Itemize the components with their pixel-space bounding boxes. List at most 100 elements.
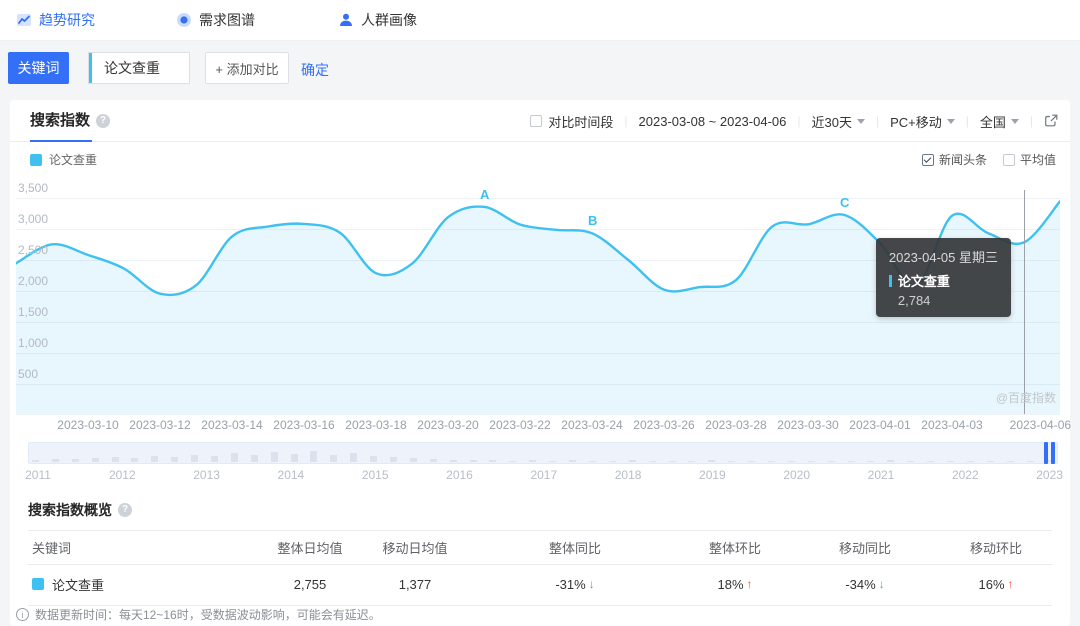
y-axis-label: 500	[18, 367, 39, 381]
x-axis-label: 2023-03-26	[633, 418, 695, 432]
tooltip-series-name: 论文查重	[897, 274, 950, 289]
trend-arrow-icon: ↑	[1007, 577, 1014, 591]
chart-controls: 对比时间段 2023-03-08 ~ 2023-04-06 近30天 PC+移动…	[530, 100, 1058, 142]
sparkline-bar	[767, 461, 775, 462]
news-headlines-toggle[interactable]: 新闻头条	[921, 151, 987, 168]
sparkline-bar	[131, 458, 139, 462]
col-mobile-yoy: 移动同比	[838, 541, 891, 556]
news-marker-C[interactable]: C	[840, 195, 849, 210]
sparkline-bar	[807, 461, 815, 462]
x-axis-label: 2023-03-28	[705, 418, 767, 432]
col-overall-yoy: 整体同比	[548, 541, 601, 556]
timeline-year-label: 2017	[530, 468, 558, 482]
col-keyword: 关键词	[32, 541, 72, 556]
trend-chart-plot[interactable]: 2023-04-05 星期三 论文查重 2,784 @百度指数 500 1,000…	[16, 181, 1060, 415]
checkbox-icon	[921, 153, 934, 166]
keyword-input-box	[88, 52, 190, 84]
search-index-card: 搜索指数 对比时间段 2023-03-08 ~ 2023-04-06 近30天	[10, 100, 1071, 626]
timeline-year-label: 2020	[783, 468, 811, 482]
sparkline-bar	[628, 460, 636, 462]
add-compare-button[interactable]: + 添加对比	[205, 52, 289, 84]
news-marker-B[interactable]: B	[588, 213, 597, 228]
chevron-down-icon	[946, 118, 955, 124]
nav-item-demand-graph[interactable]: 需求图谱	[176, 0, 255, 40]
sparkline-bar	[648, 461, 656, 462]
help-icon[interactable]	[96, 114, 111, 128]
y-axis-label: 1,000	[18, 336, 49, 350]
timeline-year-label: 2012	[108, 468, 136, 482]
tooltip-series: 论文查重	[888, 271, 998, 290]
external-link-icon[interactable]	[1044, 114, 1058, 128]
col-overall-mom: 整体环比	[708, 541, 761, 556]
nav-item-trend-research[interactable]: 趋势研究	[16, 0, 95, 40]
scrubber-handle-right[interactable]	[1051, 442, 1055, 464]
x-axis-label: 2023-03-10	[57, 418, 119, 432]
legend-row: 论文查重 新闻头条 平均值	[10, 142, 1070, 176]
sparkline-bar	[191, 455, 199, 462]
footnote-text: 数据更新时间：每天12~16时，受数据波动影响，可能会有延迟。	[35, 608, 381, 622]
sparkline-bar	[728, 461, 736, 462]
x-axis-label: 2023-03-14	[201, 418, 263, 432]
row-overall-daily: 2,755	[293, 576, 327, 592]
keyword-button[interactable]: 关键词	[8, 52, 69, 84]
row-overall-yoy: -31% ↓	[555, 576, 595, 592]
average-toggle[interactable]: 平均值	[1002, 151, 1056, 168]
info-icon	[16, 608, 29, 621]
chevron-down-icon	[856, 118, 865, 124]
x-axis-label: 2023-03-30	[777, 418, 839, 432]
divider	[876, 114, 879, 128]
help-icon[interactable]	[118, 503, 132, 517]
x-axis-label: 2023-03-24	[561, 418, 623, 432]
x-axis-label: 2023-03-16	[273, 418, 335, 432]
series-legend[interactable]: 论文查重	[30, 151, 97, 168]
col-overall-daily: 整体日均值	[277, 541, 343, 556]
person-icon	[340, 13, 352, 26]
date-range[interactable]: 2023-03-08 ~ 2023-04-06	[639, 114, 787, 129]
data-update-footnote: 数据更新时间：每天12~16时，受数据波动影响，可能会有延迟。	[16, 606, 381, 623]
device-select[interactable]: PC+移动	[890, 112, 955, 131]
compare-period-checkbox[interactable]: 对比时间段	[530, 112, 613, 131]
nav-item-crowd-portrait[interactable]: 人群画像	[338, 0, 417, 40]
tooltip-series-color	[888, 274, 892, 287]
sparkline-bar	[787, 461, 795, 462]
top-nav: 趋势研究 需求图谱 人群画像	[0, 0, 1080, 41]
sparkline-bar	[966, 461, 974, 462]
sparkline-bar	[290, 454, 298, 462]
watermark: @百度指数	[995, 391, 1056, 405]
scrubber-handle-left[interactable]	[1044, 442, 1048, 464]
sparkline-bar	[270, 452, 278, 462]
sparkline-bar	[429, 459, 437, 462]
tab-search-index[interactable]: 搜索指数	[30, 100, 111, 142]
sparkline-bar	[250, 455, 258, 462]
confirm-link[interactable]: 确定	[301, 60, 329, 80]
timeline-year-label: 2023	[1036, 468, 1063, 482]
timeline-scrubber[interactable]	[28, 442, 1058, 464]
sparkline-bar	[330, 455, 338, 462]
trend-chart-icon	[17, 14, 31, 26]
sparkline-bar	[708, 460, 716, 462]
sparkline-bar	[946, 461, 954, 462]
sparkline-bar	[310, 451, 318, 462]
sparkline-bar	[588, 461, 596, 462]
timeline-year-label: 2015	[361, 468, 389, 482]
sparkline-bar	[32, 460, 39, 462]
news-marker-A[interactable]: A	[480, 187, 489, 202]
keyword-input[interactable]	[92, 60, 189, 76]
sparkline-bar	[688, 461, 696, 462]
sparkline-bar	[509, 461, 517, 462]
col-mobile-daily: 移动日均值	[382, 541, 448, 556]
time-range-value: 近30天	[811, 114, 852, 130]
nav-label: 人群画像	[361, 12, 417, 28]
x-axis-label: 2023-03-12	[129, 418, 191, 432]
baidu-index-page: 趋势研究 需求图谱 人群画像 关键词 + 添加对比 确定 搜索指数	[0, 0, 1080, 626]
sparkline-bar	[927, 461, 935, 462]
checkbox-icon	[1002, 153, 1015, 166]
row-mobile-daily: 1,377	[398, 576, 432, 592]
row-keyword-swatch	[32, 578, 44, 590]
divider	[797, 114, 800, 128]
sparkline-bar	[390, 457, 398, 462]
timeline-year-label: 2011	[25, 468, 51, 482]
x-axis-label: 2023-03-22	[489, 418, 551, 432]
time-range-select[interactable]: 近30天	[811, 112, 865, 131]
region-select[interactable]: 全国	[980, 112, 1019, 131]
